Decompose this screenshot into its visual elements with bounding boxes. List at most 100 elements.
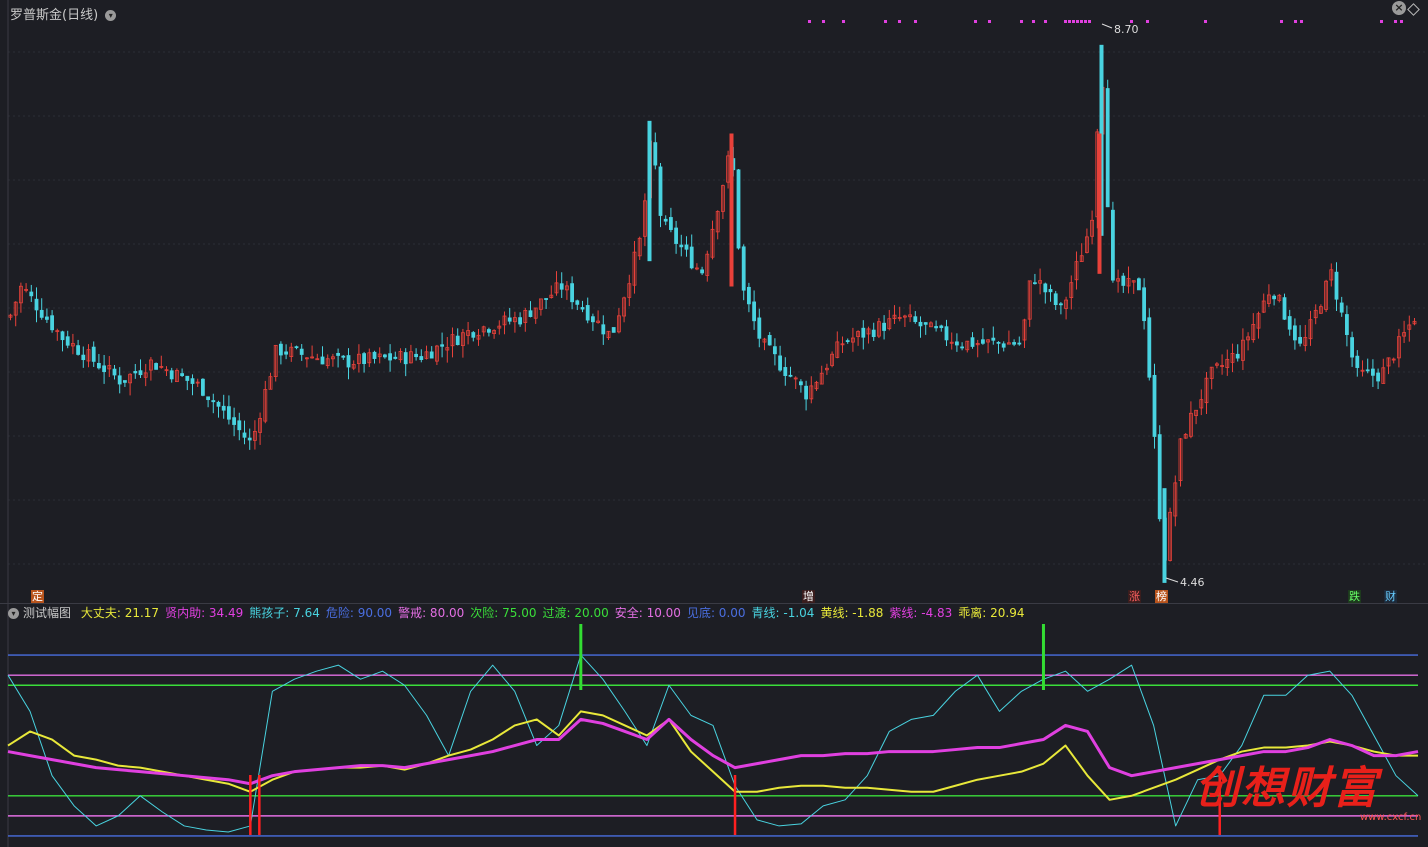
candle-body [81, 354, 86, 361]
signal-label: 增 [802, 590, 815, 603]
candle-body [1339, 302, 1344, 313]
candle-body [278, 343, 283, 356]
candle-body [1142, 287, 1146, 322]
candle-body [336, 352, 341, 356]
signal-label: 定 [31, 590, 44, 603]
candle-body [591, 316, 595, 323]
legend-item: 见底: 0.00 [686, 606, 746, 620]
candle-body [1272, 295, 1276, 300]
candle-body [1365, 369, 1370, 372]
candle-body [923, 322, 928, 325]
signal-dot [1032, 20, 1035, 23]
indicator-legend: ▾ 测试幅图 大丈夫: 21.17 贤内助: 34.49 熊孩子: 7.64 危险: 9… [8, 604, 1031, 622]
signal-dot [1072, 20, 1075, 23]
candle-body [1350, 337, 1354, 358]
candle-body [97, 362, 101, 369]
candle-body [871, 329, 876, 338]
signal-dot [988, 20, 991, 23]
candle-body [1147, 317, 1152, 378]
signal-label: 榜 [1155, 590, 1168, 603]
candle-body [1293, 325, 1297, 341]
candle-body [653, 142, 658, 166]
candle-body [226, 406, 231, 420]
candle-body [112, 368, 117, 376]
candle-body [960, 346, 964, 349]
signal-dot [1088, 20, 1091, 23]
candle-body [320, 356, 325, 365]
candle-body [1152, 374, 1157, 437]
candle-body [804, 385, 808, 400]
signal-dot [1300, 20, 1303, 23]
candle-body [913, 316, 918, 323]
candle-body [190, 378, 195, 384]
chart-canvas: 8.70 4.46 [7, 0, 1428, 847]
candle-body [382, 354, 387, 358]
signal-dot [1064, 20, 1067, 23]
candle-body [341, 355, 346, 358]
signal-dot [884, 20, 887, 23]
candle-body [570, 283, 574, 303]
candle-body [752, 301, 756, 322]
candle-body [1111, 209, 1115, 281]
candle-body [50, 315, 54, 331]
legend-item: 次险: 75.00 [470, 606, 537, 620]
candle-body [232, 417, 237, 425]
candle-body [419, 356, 424, 360]
candle-body [216, 401, 221, 407]
candle-body [658, 166, 663, 216]
candle-body [991, 337, 996, 341]
signal-dot [914, 20, 917, 23]
candle-body [39, 309, 44, 318]
candle-body [981, 339, 985, 344]
signal-dot [1068, 20, 1071, 23]
candle-body [970, 337, 975, 347]
candle-body [1376, 372, 1380, 382]
candle-body [34, 298, 39, 311]
candle-body [1287, 316, 1292, 330]
signal-dot [1380, 20, 1383, 23]
candle-body [918, 321, 923, 327]
signal-dot [1130, 20, 1133, 23]
candle-body [1059, 303, 1063, 306]
candle-body [1137, 278, 1141, 291]
candle-body [747, 286, 751, 305]
legend-item: 贤内助: 34.49 [165, 606, 244, 620]
candle-body [455, 335, 460, 346]
candle-body [393, 356, 398, 359]
indicator-title: 测试幅图 [23, 606, 72, 620]
candle-body [741, 246, 746, 291]
price-annotation-low: 4.46 [1180, 576, 1205, 589]
candle-body [1282, 297, 1287, 320]
candle-body [663, 218, 668, 222]
candle-body [507, 317, 512, 322]
candle-body [294, 346, 299, 349]
candle-body [611, 327, 616, 333]
candle-body [91, 346, 96, 362]
candle-body [1298, 337, 1302, 344]
candle-body [1017, 342, 1022, 345]
candle-body [580, 307, 585, 310]
candle-spike [729, 133, 734, 287]
candle-body [1048, 289, 1053, 293]
candle-body [414, 353, 419, 358]
signal-dot [1400, 20, 1403, 23]
signal-dot [1146, 20, 1149, 23]
signal-label: 财 [1384, 590, 1397, 603]
candle-body [486, 329, 491, 333]
candle-body [1345, 314, 1349, 335]
candle-body [679, 244, 684, 248]
candle-body [346, 355, 351, 368]
candle-body [788, 374, 793, 377]
candle-body [211, 400, 216, 403]
candle-body [1001, 343, 1006, 348]
signal-dot [842, 20, 845, 23]
candle-body [242, 432, 247, 438]
chevron-down-icon[interactable]: ▾ [8, 608, 19, 619]
price-annotation-high: 8.70 [1114, 23, 1139, 36]
candle-body [169, 370, 174, 380]
legend-item: 黄线: -1.88 [820, 606, 884, 620]
candle-body [955, 341, 959, 346]
legend-item: 安全: 10.00 [614, 606, 681, 620]
watermark-url: www.cxcf.cn [1360, 812, 1422, 823]
candle-body [518, 317, 522, 325]
